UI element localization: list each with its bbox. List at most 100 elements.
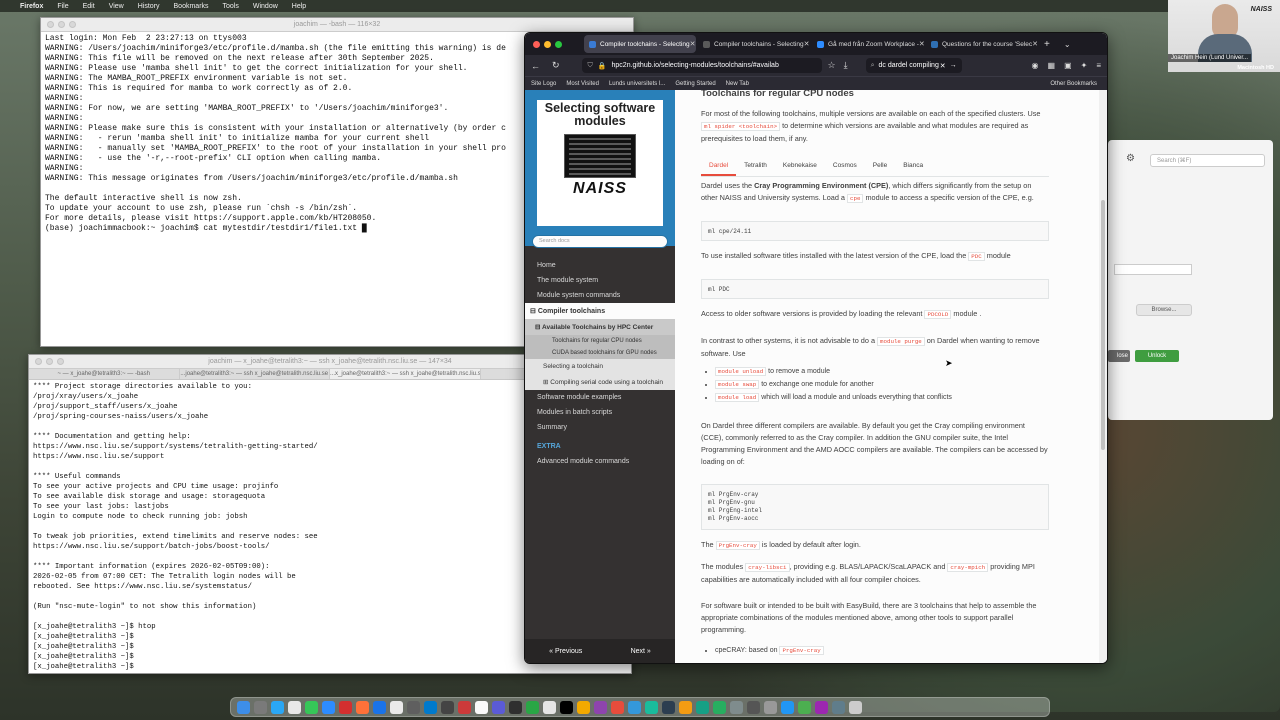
app-icon[interactable] bbox=[747, 700, 760, 714]
nav-item-available-toolchains[interactable]: ⊟ Available Toolchains by HPC Center bbox=[525, 319, 675, 335]
app-icon[interactable] bbox=[407, 700, 420, 714]
app-icon[interactable] bbox=[679, 700, 692, 714]
collapse-icon[interactable]: ⊟ bbox=[535, 324, 542, 331]
app-icon[interactable] bbox=[492, 700, 505, 714]
close-tab-icon[interactable]: ✕ bbox=[919, 40, 924, 48]
back-icon[interactable]: ← bbox=[531, 61, 540, 71]
account-icon[interactable]: ◉ bbox=[1032, 61, 1039, 70]
nav-item-module-examples[interactable]: Software module examples bbox=[525, 390, 675, 405]
browser-tab[interactable]: Gå med från Zoom Workplace -✕ bbox=[812, 35, 924, 53]
calendar-icon[interactable] bbox=[288, 700, 301, 714]
tab-pelle[interactable]: Pelle bbox=[865, 157, 895, 176]
app-icon[interactable] bbox=[713, 700, 726, 714]
trash-icon[interactable] bbox=[849, 700, 862, 714]
menu-help[interactable]: Help bbox=[292, 3, 306, 10]
menu-tools[interactable]: Tools bbox=[223, 3, 239, 10]
bookmark-lund[interactable]: Lunds universitets l... bbox=[609, 81, 665, 87]
tab-dardel[interactable]: Dardel bbox=[701, 157, 737, 176]
app-icon[interactable] bbox=[798, 700, 811, 714]
scrollbar[interactable] bbox=[1099, 90, 1107, 663]
unlock-button[interactable]: Unlock bbox=[1135, 350, 1179, 362]
app-icon[interactable] bbox=[458, 700, 471, 714]
app-icon[interactable] bbox=[764, 700, 777, 714]
terminal-titlebar[interactable]: joachim — -bash — 116×32 bbox=[41, 18, 633, 32]
terminal-icon[interactable] bbox=[509, 700, 522, 714]
app-icon[interactable] bbox=[832, 700, 845, 714]
nav-item-compiler-toolchains[interactable]: ⊟ Compiler toolchains bbox=[525, 303, 675, 319]
terminal-tab[interactable]: ~ — x_joahe@tetralith3:~ — -bash bbox=[29, 369, 180, 379]
browse-button[interactable]: Browse... bbox=[1136, 304, 1192, 316]
messages-icon[interactable] bbox=[305, 700, 318, 714]
bookmark-getting-started[interactable]: Getting Started bbox=[675, 81, 715, 87]
vscode-icon[interactable] bbox=[424, 700, 437, 714]
menu-window[interactable]: Window bbox=[253, 3, 278, 10]
bookmark-star-icon[interactable]: ☆ bbox=[828, 60, 836, 71]
menu-view[interactable]: View bbox=[109, 3, 124, 10]
browser-tab[interactable]: Compiler toolchains - Selecting ✕ bbox=[584, 35, 696, 53]
reload-icon[interactable]: ↻ bbox=[552, 60, 560, 71]
code-block[interactable]: ml PDC bbox=[701, 279, 1049, 299]
new-tab-icon[interactable]: + bbox=[1044, 39, 1050, 50]
docs-search-input[interactable]: Search docs bbox=[532, 235, 668, 248]
tab-tetralith[interactable]: Tetralith bbox=[736, 157, 775, 176]
close-icon[interactable] bbox=[533, 40, 540, 48]
nav-item-summary[interactable]: Summary bbox=[525, 420, 675, 435]
collapse-icon[interactable]: ⊟ bbox=[530, 308, 538, 315]
app-icon[interactable] bbox=[390, 700, 403, 714]
extensions-icon[interactable]: ▦ bbox=[1048, 61, 1056, 70]
app-icon[interactable] bbox=[696, 700, 709, 714]
mail-icon[interactable] bbox=[271, 700, 284, 714]
nav-item-gpu-toolchains[interactable]: CUDA based toolchains for GPU nodes bbox=[525, 347, 675, 359]
tab-bianca[interactable]: Bianca bbox=[895, 157, 931, 176]
text-field[interactable] bbox=[1114, 264, 1192, 275]
next-button[interactable]: Next » bbox=[631, 648, 651, 655]
previous-button[interactable]: « Previous bbox=[549, 648, 582, 655]
url-bar[interactable]: ⛉ 🔒 hpc2n.github.io/selecting-modules/to… bbox=[581, 58, 822, 73]
terminal-tab[interactable]: ...x_joahe@tetralith3:~ — ssh x_joahe@te… bbox=[330, 369, 481, 379]
container-icon[interactable]: ▣ bbox=[1064, 61, 1072, 70]
logo-card[interactable]: Selecting software modules NAISS bbox=[537, 100, 663, 226]
finder-icon[interactable] bbox=[237, 700, 250, 714]
search-input[interactable]: Search (⌘F) bbox=[1150, 154, 1265, 167]
code-block[interactable]: ml cpe/24.11 bbox=[701, 221, 1049, 241]
app-icon[interactable] bbox=[543, 700, 556, 714]
code-block[interactable]: ml PrgEnv-cray ml PrgEnv-gnu ml PrgEng-i… bbox=[701, 484, 1049, 530]
search-text[interactable]: dc dardel compiling bbox=[879, 62, 939, 69]
nav-item-module-commands[interactable]: Module system commands bbox=[525, 288, 675, 303]
lock-icon[interactable]: 🔒 bbox=[598, 62, 607, 70]
bookmark-site-logo[interactable]: Site Logo bbox=[531, 81, 556, 87]
app-icon[interactable] bbox=[781, 700, 794, 714]
tab-kebnekaise[interactable]: Kebnekaise bbox=[775, 157, 825, 176]
minimize-icon[interactable] bbox=[544, 40, 551, 48]
search-field[interactable]: ⌕ dc dardel compiling ✕ → bbox=[865, 58, 962, 73]
gear-icon[interactable]: ⚙ bbox=[1126, 153, 1135, 164]
app-icon[interactable] bbox=[594, 700, 607, 714]
app-icon[interactable] bbox=[577, 700, 590, 714]
app-icon[interactable] bbox=[645, 700, 658, 714]
menu-edit[interactable]: Edit bbox=[83, 3, 95, 10]
terminal-tab[interactable]: ...joahe@tetralith3:~ — ssh x_joahe@tetr… bbox=[180, 369, 330, 379]
scrollbar-thumb[interactable] bbox=[1101, 200, 1105, 450]
app-icon[interactable] bbox=[628, 700, 641, 714]
clear-icon[interactable]: ✕ bbox=[940, 62, 946, 70]
menu-icon[interactable]: ≡ bbox=[1096, 61, 1101, 70]
app-icon[interactable] bbox=[662, 700, 675, 714]
app-icon[interactable] bbox=[611, 700, 624, 714]
nav-item-selecting-toolchain[interactable]: Selecting a toolchain bbox=[525, 359, 675, 374]
nav-item-batch-scripts[interactable]: Modules in batch scripts bbox=[525, 405, 675, 420]
menu-history[interactable]: History bbox=[138, 3, 160, 10]
other-bookmarks[interactable]: Other Bookmarks bbox=[1050, 81, 1097, 87]
firefox-icon[interactable] bbox=[356, 700, 369, 714]
maximize-icon[interactable] bbox=[555, 40, 562, 48]
browser-tab[interactable]: Compiler toolchains - Selecting ✕ bbox=[698, 35, 810, 53]
nav-item-module-system[interactable]: The module system bbox=[525, 273, 675, 288]
close-tab-icon[interactable]: ✕ bbox=[690, 40, 696, 48]
nav-item-advanced[interactable]: Advanced module commands bbox=[525, 454, 675, 469]
nav-item-cpu-toolchains[interactable]: Toolchains for regular CPU nodes bbox=[525, 335, 675, 347]
menu-file[interactable]: File bbox=[57, 3, 68, 10]
nav-item-compiling-serial[interactable]: ⊞ Compiling serial code using a toolchai… bbox=[525, 374, 675, 390]
tab-list-icon[interactable]: ⌄ bbox=[1064, 40, 1071, 49]
app-icon[interactable] bbox=[373, 700, 386, 714]
menu-app-firefox[interactable]: Firefox bbox=[20, 3, 43, 10]
shield-icon[interactable]: ⛉ bbox=[588, 62, 593, 70]
